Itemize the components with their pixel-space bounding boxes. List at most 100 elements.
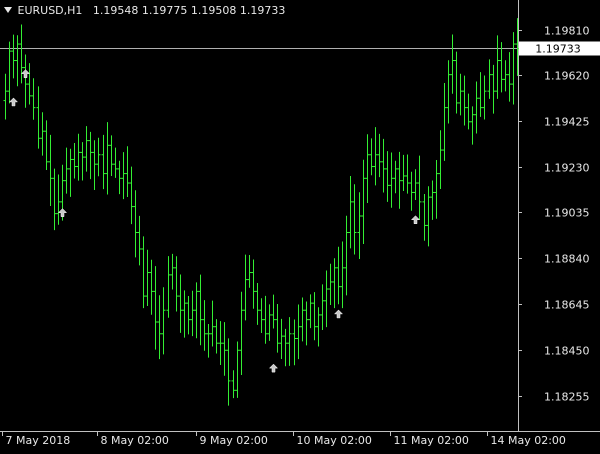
candle [279, 318, 284, 360]
price-tick-label: 1.19035 [544, 207, 590, 220]
candle [48, 134, 53, 206]
chart: 1.19733 1.19810 1.19620 1.19425 1.19230 1.190… [0, 0, 600, 450]
candle [153, 266, 158, 350]
candle [292, 319, 297, 366]
candle [76, 133, 81, 181]
candle [133, 190, 138, 258]
candle [373, 127, 378, 186]
candle [23, 54, 28, 108]
candle [88, 131, 93, 180]
time-tick-label: 8 May 02:00 [101, 434, 169, 447]
candle [413, 169, 418, 200]
candle [283, 328, 288, 367]
candle [15, 35, 20, 87]
candle [243, 254, 248, 321]
candle [149, 259, 154, 315]
dropdown-triangle-icon[interactable] [4, 7, 12, 13]
time-tick-label: 7 May 2018 [6, 434, 71, 447]
high-value: 1.19775 [141, 4, 188, 17]
up-arrow-icon [410, 215, 421, 224]
candle [174, 256, 179, 312]
candle [503, 60, 508, 92]
candle [352, 184, 357, 255]
candle [316, 307, 321, 347]
candle [442, 82, 447, 161]
candle [377, 133, 382, 178]
candle [218, 321, 223, 366]
candle [462, 75, 467, 126]
time-tick-label: 9 May 02:00 [200, 434, 268, 447]
candle [231, 370, 236, 399]
candle [401, 154, 406, 192]
candle [340, 241, 345, 309]
current-price-label: 1.19733 [535, 43, 581, 56]
candle [117, 160, 122, 195]
candle [166, 256, 171, 318]
candle [113, 147, 118, 178]
candle [44, 120, 49, 170]
candle [247, 254, 252, 288]
price-tick-label: 1.19230 [544, 162, 590, 175]
price-tick-label: 1.18450 [544, 345, 590, 358]
candle [446, 60, 451, 124]
low-value: 1.19508 [190, 4, 237, 17]
candle [430, 180, 435, 220]
candle [202, 300, 207, 351]
candle [170, 253, 175, 290]
candle [125, 146, 130, 197]
time-tick-label: 14 May 02:00 [491, 434, 566, 447]
up-arrow-icon [333, 309, 344, 319]
candle [263, 295, 268, 344]
candle [109, 135, 114, 176]
candle [11, 34, 16, 79]
candle [210, 300, 215, 347]
up-arrow-icon [20, 69, 31, 78]
candle [226, 338, 231, 406]
candle [129, 166, 134, 225]
up-arrow-icon [57, 208, 68, 217]
candle [369, 138, 374, 176]
price-tick-label: 1.19810 [544, 25, 590, 38]
candle [312, 292, 317, 341]
chart-header: EURUSD,H1 1.19548 1.19775 1.19508 1.1973… [4, 4, 285, 17]
candle [348, 176, 353, 249]
candle [84, 126, 89, 172]
candle [275, 304, 280, 353]
candle [96, 137, 101, 177]
symbol-label: EURUSD,H1 [17, 4, 83, 17]
candle [507, 52, 512, 102]
candle [344, 215, 349, 296]
candle [296, 304, 301, 360]
candle [438, 130, 443, 190]
candle [145, 249, 150, 306]
candle [255, 282, 260, 325]
candle [72, 142, 77, 179]
candle [198, 274, 203, 346]
candle [259, 298, 264, 333]
candle [40, 112, 45, 156]
price-tick-label: 1.18255 [544, 391, 590, 404]
candle [405, 154, 410, 194]
candle [206, 324, 211, 358]
candle [27, 63, 32, 105]
candle [320, 284, 325, 330]
candle [137, 215, 142, 266]
candle [478, 72, 483, 117]
candle [482, 75, 487, 120]
candle [92, 140, 97, 190]
candle [31, 78, 36, 120]
candle [381, 138, 386, 193]
candle [157, 295, 162, 360]
candle [186, 295, 191, 335]
candle [487, 59, 492, 99]
candle [385, 151, 390, 202]
candle [308, 294, 313, 329]
candle [491, 64, 496, 114]
candle [417, 155, 422, 220]
candle [434, 160, 439, 219]
candle [190, 290, 195, 337]
candle [194, 282, 199, 339]
candle [52, 168, 57, 231]
candle [287, 317, 292, 366]
candle [267, 304, 272, 341]
